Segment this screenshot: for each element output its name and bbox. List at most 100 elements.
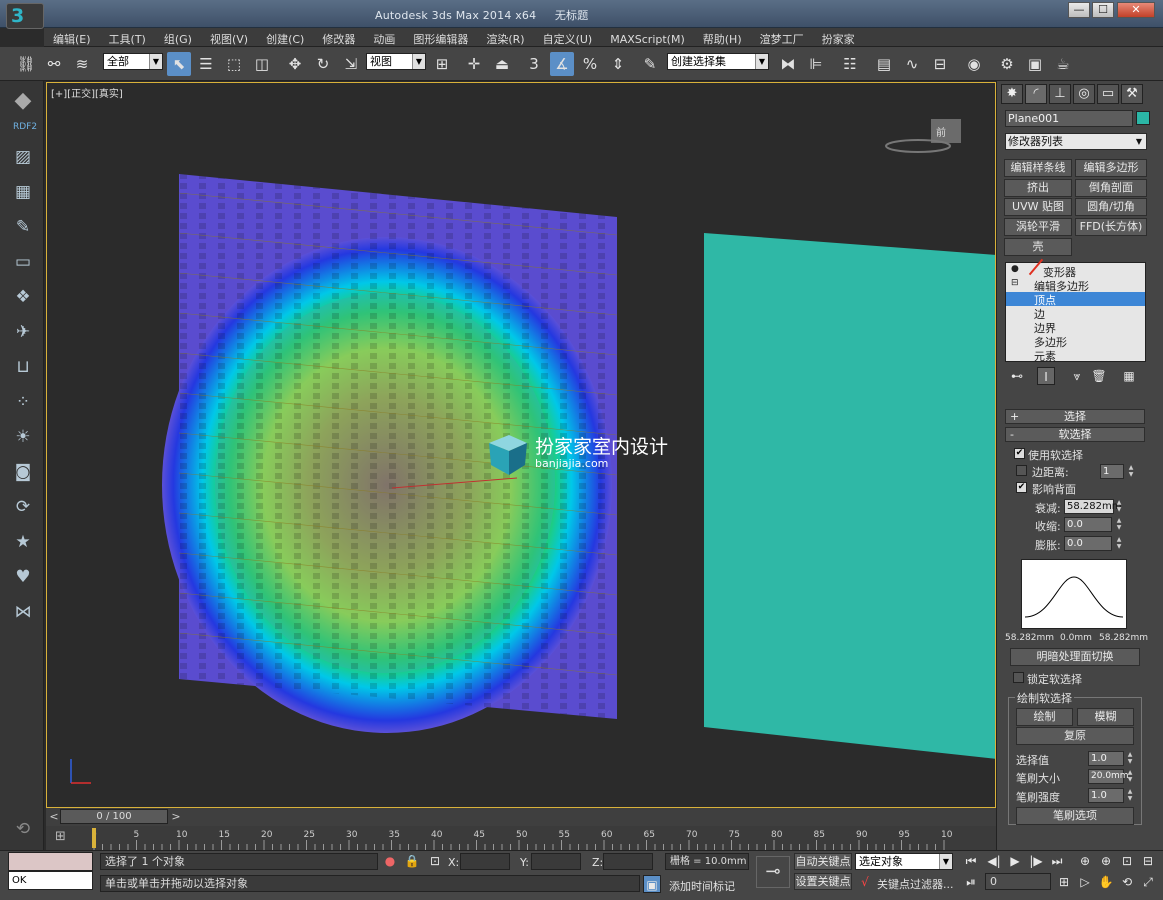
maxscript-listener-input[interactable] — [8, 852, 93, 871]
nodes-icon[interactable]: ❖ — [11, 285, 35, 309]
modifier-bevel-profile-button[interactable]: 倒角剖面 — [1075, 179, 1147, 197]
object-color-swatch[interactable] — [1136, 111, 1150, 125]
star-icon[interactable]: ★ — [11, 530, 35, 554]
key-mode-dropdown[interactable]: 选定对象 ▼ — [855, 853, 953, 870]
current-frame-field[interactable]: 0 — [985, 873, 1051, 890]
rendered-frame-icon[interactable]: ▣ — [1023, 52, 1047, 76]
sun-icon[interactable]: ☀ — [11, 425, 35, 449]
y-coord-field[interactable] — [531, 853, 581, 870]
make-unique-icon[interactable]: ⩔ — [1068, 367, 1086, 385]
brush-size-field[interactable]: 20.0mm — [1088, 769, 1129, 784]
percent-snap-icon[interactable]: % — [578, 52, 602, 76]
add-time-tag-label[interactable]: 添加时间标记 — [669, 878, 735, 894]
stack-item-polygon[interactable]: 多边形 — [1006, 334, 1145, 349]
configure-sets-icon[interactable]: ▦ — [1120, 367, 1138, 385]
motion-tab-icon[interactable]: ◎ — [1073, 84, 1095, 104]
menu-animation[interactable]: 动画 — [364, 28, 404, 47]
snaps-toggle-icon[interactable]: 3 — [522, 52, 546, 76]
rotate-icon[interactable]: ↻ — [311, 52, 335, 76]
close-button[interactable]: ✕ — [1117, 2, 1155, 18]
revert-button[interactable]: 复原 — [1016, 727, 1134, 745]
absolute-mode-icon[interactable]: ⊡ — [426, 852, 444, 870]
next-frame-button[interactable]: > — [170, 810, 182, 824]
apps-icon[interactable]: ⁘ — [11, 390, 35, 414]
selection-filter-dropdown[interactable]: 全部 ▼ — [103, 53, 163, 70]
rect-selection-icon[interactable]: ⬚ — [222, 52, 246, 76]
render-production-icon[interactable]: ☕ — [1051, 52, 1075, 76]
selection-value-field[interactable]: 1.0 — [1088, 751, 1124, 766]
menu-edit[interactable]: 编辑(E) — [44, 28, 100, 47]
key-filters-button[interactable]: 关键点过滤器... — [877, 876, 954, 892]
menu-render-factory[interactable]: 渲梦工厂 — [751, 28, 813, 47]
brush-options-button[interactable]: 笔刷选项 — [1016, 807, 1134, 825]
x-coord-field[interactable] — [460, 853, 510, 870]
layer-manager-icon[interactable]: ☷ — [838, 52, 862, 76]
viewcube[interactable] — [885, 119, 961, 153]
menu-customize[interactable]: 自定义(U) — [534, 28, 602, 47]
goto-start-icon[interactable]: ⏮ — [962, 852, 980, 870]
modifier-turbosmooth-button[interactable]: 涡轮平滑 — [1004, 218, 1072, 236]
keyboard-shortcut-icon[interactable]: ⏏ — [490, 52, 514, 76]
menu-rendering[interactable]: 渲染(R) — [477, 28, 533, 47]
stack-item-vertex[interactable]: 顶点 — [1006, 292, 1145, 307]
bubble-spinner[interactable]: ▲ ▼ — [1115, 536, 1123, 551]
select-by-name-icon[interactable]: ☰ — [194, 52, 218, 76]
pinch-field[interactable]: 0.0 — [1064, 517, 1112, 532]
scale-icon[interactable]: ⇲ — [339, 52, 363, 76]
create-tab-icon[interactable]: ✸ — [1001, 84, 1023, 104]
key-filter-icon[interactable]: √ — [856, 873, 874, 891]
rollout-selection[interactable]: + 选择 — [1005, 409, 1145, 424]
remove-modifier-icon[interactable]: 🗑 — [1090, 367, 1108, 385]
prev-key-icon[interactable]: ◀| — [985, 852, 1003, 870]
spinner-snap-icon[interactable]: ⇕ — [606, 52, 630, 76]
menu-views[interactable]: 视图(V) — [201, 28, 257, 47]
stack-item-border[interactable]: 边界 — [1006, 320, 1145, 335]
time-config-icon[interactable]: ⊞ — [1055, 873, 1073, 891]
plane-icon[interactable]: ✈ — [11, 320, 35, 344]
modifier-edit-spline-button[interactable]: 编辑样条线 — [1004, 159, 1072, 177]
unlink-icon[interactable]: ⚯ — [42, 52, 66, 76]
align-icon[interactable]: ⊫ — [804, 52, 828, 76]
modifier-ffd-box-button[interactable]: FFD(长方体) — [1075, 218, 1147, 236]
monitor-icon[interactable]: ▭ — [11, 250, 35, 274]
modifier-fillet-chamfer-button[interactable]: 圆角/切角 — [1075, 198, 1147, 216]
collapse-icon[interactable]: ⊟ — [1011, 278, 1019, 288]
heart-icon[interactable]: ♥ — [11, 565, 35, 589]
minimize-button[interactable]: — — [1068, 2, 1090, 18]
play-icon[interactable]: ▶ — [1006, 852, 1024, 870]
zoom-all-icon[interactable]: ⊕ — [1097, 852, 1115, 870]
edge-distance-field[interactable]: 1 — [1100, 464, 1124, 479]
mini-curve-editor-icon[interactable]: ⊞ — [55, 829, 75, 845]
paint-button[interactable]: 绘制 — [1016, 708, 1073, 726]
schematic-view-icon[interactable]: ⊟ — [928, 52, 952, 76]
isolate-icon[interactable]: ● — [381, 852, 399, 870]
falloff-spinner[interactable]: ▲ ▼ — [1115, 499, 1123, 514]
reference-coord-dropdown[interactable]: 视图 ▼ — [366, 53, 426, 70]
edit-named-sets-icon[interactable]: ✎ — [638, 52, 662, 76]
viewport-front[interactable]: [+][正交][真实] 前 扮家家室内设计 banjiajia.com — [46, 82, 996, 808]
menu-modifiers[interactable]: 修改器 — [313, 28, 364, 47]
shaded-face-toggle-button[interactable]: 明暗处理面切换 — [1010, 648, 1140, 666]
set-key-icon[interactable]: ⊸ — [756, 856, 790, 888]
set-key-button[interactable]: 设置关键点 — [794, 873, 852, 890]
app-logo-button[interactable]: 3 — [6, 3, 44, 29]
window-crossing-icon[interactable]: ◫ — [250, 52, 274, 76]
orbit-icon[interactable]: ⟲ — [1118, 873, 1136, 891]
modifier-shell-button[interactable]: 壳 — [1004, 238, 1072, 256]
mirror-icon[interactable]: ⧓ — [776, 52, 800, 76]
hierarchy-tab-icon[interactable]: ⊥ — [1049, 84, 1071, 104]
maxscript-output[interactable]: OK — [8, 871, 93, 890]
field-of-view-icon[interactable]: ▷ — [1076, 873, 1094, 891]
stack-item-morpher[interactable]: ● 变形器 — [1006, 264, 1145, 279]
lock-soft-select-checkbox[interactable] — [1013, 672, 1024, 683]
bind-space-warp-icon[interactable]: ≋ — [70, 52, 94, 76]
move-icon[interactable]: ✥ — [283, 52, 307, 76]
affect-backfacing-checkbox[interactable]: ✔ — [1016, 482, 1027, 493]
brush-strength-spinner[interactable]: ▲ ▼ — [1126, 788, 1134, 803]
time-tag-icon[interactable]: ▣ — [643, 875, 661, 893]
select-object-icon[interactable]: ⬉ — [167, 52, 191, 76]
pinch-spinner[interactable]: ▲ ▼ — [1115, 517, 1123, 532]
material-editor-icon[interactable]: ◉ — [962, 52, 986, 76]
angle-snap-icon[interactable]: ∡ — [550, 52, 574, 76]
lock-selection-icon[interactable]: 🔒 — [403, 852, 421, 870]
